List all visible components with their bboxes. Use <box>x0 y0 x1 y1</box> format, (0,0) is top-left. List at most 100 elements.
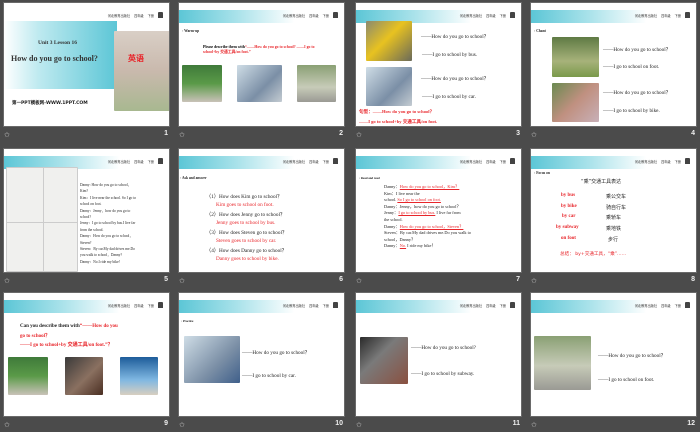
slide-header: 河北教育出版社 四年级 下册 <box>283 302 338 308</box>
slide-thumbnail-7[interactable]: 河北教育出版社四年级下册 Read and read Danny：How do … <box>355 148 522 273</box>
question-2: ——How do you go to school？ <box>421 76 489 82</box>
walking-photo <box>297 65 336 102</box>
bike-photo <box>552 83 599 122</box>
phrase-cn: 步行 <box>608 237 619 243</box>
slide-footer-5: ✩ 5 <box>3 276 170 288</box>
publisher-text: 河北教育出版社 <box>282 159 306 164</box>
slide-number: 10 <box>335 420 343 427</box>
animation-star-icon: ✩ <box>531 278 537 285</box>
slide-number: 4 <box>691 130 695 137</box>
publisher-text: 河北教育出版社 <box>107 303 131 308</box>
phrase-en: by subway <box>556 225 579 230</box>
slide-header: 河北教育出版社 四年级 下册 <box>635 158 690 164</box>
dialogue-line: the school. <box>384 216 403 222</box>
speaker: Danny： <box>384 184 400 189</box>
publisher-logo-icon <box>333 158 338 164</box>
subway-photo <box>360 337 408 384</box>
publisher-logo-icon <box>158 158 163 164</box>
slide-number: 1 <box>164 130 168 137</box>
slide-footer-8: ✩ 8 <box>530 276 697 288</box>
slide-header: 河北教育出版社 四年级 下册 <box>283 12 338 18</box>
animation-star-icon: ✩ <box>4 422 10 429</box>
volume-text: 下册 <box>674 13 681 18</box>
slide-header: 河北教育出版社 四年级 下册 <box>108 302 163 308</box>
airplane-photo <box>120 357 158 395</box>
phrase-cn: 骑自行车 <box>606 205 627 211</box>
slide-number: 5 <box>164 276 168 283</box>
slide-thumbnail-5[interactable]: 河北教育出版社 四年级 下册 Danny: How do you go to sch… <box>3 148 170 273</box>
dialogue-line: Kim：I live near the <box>384 190 420 196</box>
publisher-logo-icon <box>158 12 163 18</box>
question-2: ——How do you go to school？ <box>603 90 671 96</box>
phrase-en: by car <box>562 214 576 219</box>
answer-2: ——I go to school by bike. <box>603 108 660 114</box>
dialogue-text: Danny: How do you go to school， Kim? Kim… <box>80 182 169 265</box>
volume-text: 下册 <box>499 13 506 18</box>
slide-header: 河北教育出版社 四年级 下册 <box>460 302 515 308</box>
volume-text: 下册 <box>322 159 329 164</box>
slide-thumbnail-11[interactable]: 河北教育出版社 四年级 下册 ——How do you go to school? … <box>355 292 522 417</box>
answer-1: ——I go to school on foot. <box>603 64 660 70</box>
publisher-text: 河北教育出版社 <box>107 13 131 18</box>
slide-number: 7 <box>516 276 520 283</box>
prompt-black: Can you describe them with <box>20 324 80 329</box>
grade-text: 四年级 <box>486 13 496 18</box>
answer: ——I go to school by subway. <box>411 371 475 377</box>
grade-text: 四年级 <box>486 303 496 308</box>
answer: ——I go to school by car. <box>242 373 296 379</box>
answer-3: Steven goes to school by car. <box>216 238 277 244</box>
phrase-en: by bike <box>561 204 577 209</box>
answer-4: Danny goes to school by bike. <box>216 256 279 262</box>
pattern-line-2: ——I go to school+by 交通工具/on foot. <box>359 119 438 124</box>
answer-1: ——I go to school by bus. <box>422 52 478 58</box>
blank-answer: How do you go to school，Steven？ <box>399 223 464 229</box>
publisher-logo-icon <box>685 158 690 164</box>
publisher-logo-icon <box>510 158 515 164</box>
site-label: 第一PPT模板网-WWW.1PPT.COM <box>12 101 88 106</box>
textbook-cover-image: 英语 <box>114 31 169 111</box>
slide-thumbnail-10[interactable]: 河北教育出版社四年级下册 Practice ——How do you go to… <box>178 292 345 417</box>
slide-thumbnail-9[interactable]: 河北教育出版社 四年级 下册 Can you describe them with“… <box>3 292 170 417</box>
question: ——How do you go to school? <box>411 345 476 351</box>
car-photo <box>237 65 282 102</box>
volume-text: 下册 <box>322 303 329 308</box>
slide-number: 2 <box>339 130 343 137</box>
question: ——How do you go to school？ <box>242 350 310 356</box>
slide-header: 河北教育出版社 四年级 下册 <box>460 12 515 18</box>
fill-in-dialogue: Danny：How do you go to school，Kim？ Kim：I… <box>384 184 520 250</box>
slide-footer-10: ✩ 10 <box>178 420 345 432</box>
slide-thumbnail-3[interactable]: 河北教育出版社 四年级 下册 ——How do you go to school？ … <box>355 2 522 127</box>
publisher-logo-icon <box>685 302 690 308</box>
question-1: （1）How does Kim go to school？ <box>206 194 283 200</box>
grade-text: 四年级 <box>486 159 496 164</box>
dialogue-text: I live far from <box>436 210 461 216</box>
slide-thumbnail-1[interactable]: 河北教育出版社 四年级 下册 Unit 3 Lesson 16 How do you… <box>3 2 170 127</box>
lesson-label: Unit 3 Lesson 16 <box>38 40 77 46</box>
blank-answer: So I go to school on foot. <box>397 197 441 203</box>
dialogue-line: school，Danny？ <box>384 236 416 242</box>
slide-number: 12 <box>687 420 695 427</box>
focus-title: “乘”交通工具表达 <box>581 179 622 185</box>
section-label: Chant <box>534 29 546 33</box>
slide-header: 河北教育出版社 四年级 下册 <box>460 158 515 164</box>
slide-footer-11: ✩ 11 <box>355 420 522 432</box>
question-1: ——How do you go to school？ <box>603 47 671 53</box>
slide-thumbnail-8[interactable]: 河北教育出版社四年级下册 Focus on “乘”交通工具表达 by bus b… <box>530 148 697 273</box>
volume-text: 下册 <box>674 159 681 164</box>
publisher-logo-icon <box>333 12 338 18</box>
slide-number: 11 <box>512 420 520 427</box>
slide-thumbnail-6[interactable]: 河北教育出版社四年级下册 Ask and answer （1）How does … <box>178 148 345 273</box>
answer: ——I go to school on foot. <box>598 377 655 383</box>
slide-thumbnail-12[interactable]: 河北教育出版社 四年级 下册 ——How do you go to school？ … <box>530 292 697 417</box>
volume-text: 下册 <box>147 159 154 164</box>
dialogue-text: school. <box>384 197 397 203</box>
publisher-logo-icon <box>685 12 690 18</box>
slide-thumbnail-2[interactable]: 河北教育出版社四年级下册 Warm-up Please describe the… <box>178 2 345 127</box>
publisher-text: 河北教育出版社 <box>282 303 306 308</box>
slide-thumbnail-4[interactable]: 河北教育出版社四年级下册 Chant ——How do you go to sc… <box>530 2 697 127</box>
slide-header: 河北教育出版社 四年级 下册 <box>108 158 163 164</box>
section-label: Practice <box>181 319 194 323</box>
bus-photo <box>366 21 412 61</box>
question-1: ——How do you go to school？ <box>421 34 489 40</box>
animation-star-icon: ✩ <box>356 132 362 139</box>
